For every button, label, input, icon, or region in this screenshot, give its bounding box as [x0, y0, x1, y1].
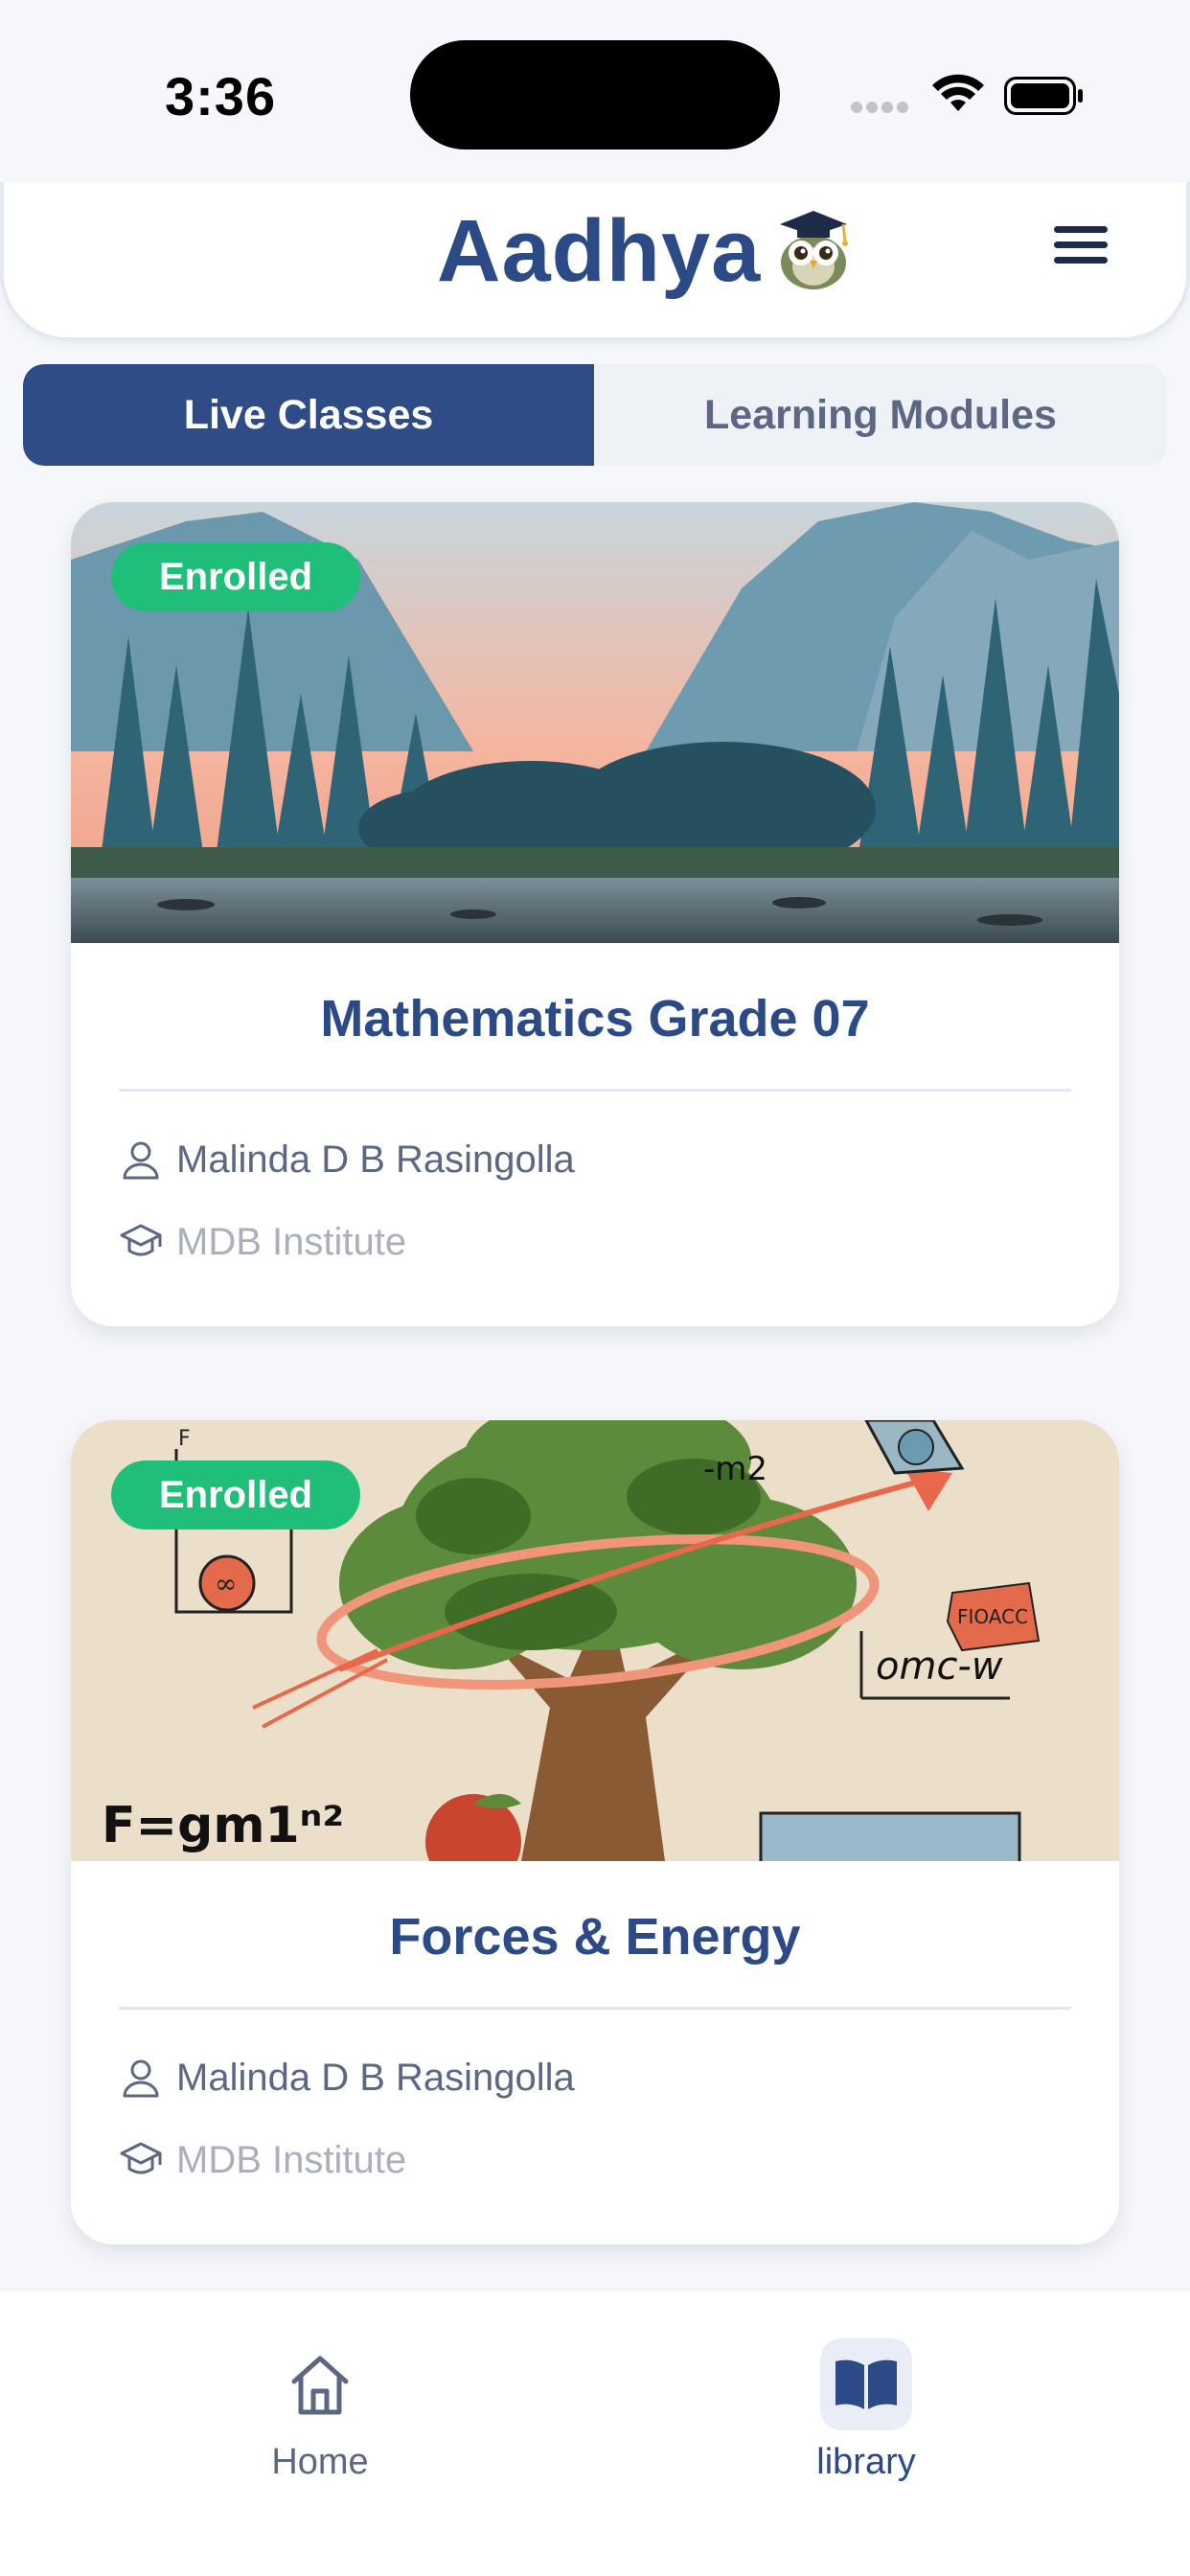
class-type-tabs: Live Classes Learning Modules [23, 364, 1167, 466]
course-title: Forces & Energy [389, 1908, 801, 1966]
open-book-icon [835, 2359, 897, 2409]
wifi-icon [932, 74, 984, 111]
dynamic-island [410, 40, 780, 150]
nav-home-label: Home [271, 2442, 369, 2482]
bottom-navigation: Home library [0, 2288, 1190, 2576]
institute-name: MDB Institute [176, 1220, 407, 1263]
app-logo-text: Aadhya [437, 202, 762, 300]
tab-learning-modules[interactable]: Learning Modules [594, 364, 1167, 466]
person-icon [123, 2059, 159, 2098]
cellular-signal-icon [851, 102, 910, 115]
canopy-text: -m2 [703, 1450, 767, 1488]
divider [119, 2007, 1071, 2010]
battery-icon [1004, 77, 1083, 115]
tab-live-classes[interactable]: Live Classes [23, 364, 594, 466]
course-title: Mathematics Grade 07 [320, 990, 870, 1047]
status-time: 3:36 [165, 66, 277, 126]
graduation-cap-icon [120, 1224, 162, 1256]
formula-text: F=gm1ⁿ² [102, 1797, 344, 1854]
institute-row: MDB Institute [119, 1213, 406, 1271]
owl-graduate-icon [780, 211, 848, 289]
teacher-name: Malinda D B Rasingolla [176, 1138, 575, 1181]
course-cover-image: Enrolled [71, 502, 1119, 943]
teacher-name: Malinda D B Rasingolla [176, 2056, 575, 2099]
svg-text:F: F [178, 1427, 191, 1451]
box-label: FIOACC [957, 1605, 1028, 1628]
course-cover-image: F ∞ F=gm1ⁿ² omc-w FIOACC -m2 Enrolled [71, 1420, 1119, 1861]
status-bar: 3:36 [0, 0, 1190, 182]
home-icon [291, 2356, 349, 2415]
course-card[interactable]: Enrolled Mathematics Grade 07 Malinda D … [71, 502, 1119, 1326]
divider [119, 1089, 1071, 1092]
app-header: Aadhya [0, 182, 1190, 341]
nav-library-label: library [816, 2442, 916, 2482]
teacher-row: Malinda D B Rasingolla [119, 2049, 575, 2106]
nav-home[interactable]: Home [176, 2290, 464, 2520]
enrolled-badge: Enrolled [111, 542, 361, 611]
teacher-row: Malinda D B Rasingolla [119, 1131, 575, 1188]
hamburger-menu-icon[interactable] [1054, 224, 1111, 266]
course-card[interactable]: F ∞ F=gm1ⁿ² omc-w FIOACC -m2 Enrolled Fo… [71, 1420, 1119, 2244]
svg-text:∞: ∞ [215, 1568, 237, 1599]
chalk-text: omc-w [876, 1644, 1003, 1689]
graduation-cap-icon [120, 2142, 162, 2174]
nav-library[interactable]: library [722, 2290, 1010, 2520]
institute-name: MDB Institute [176, 2138, 407, 2181]
person-icon [123, 1141, 159, 1180]
institute-row: MDB Institute [119, 2131, 406, 2189]
enrolled-badge: Enrolled [111, 1460, 361, 1530]
